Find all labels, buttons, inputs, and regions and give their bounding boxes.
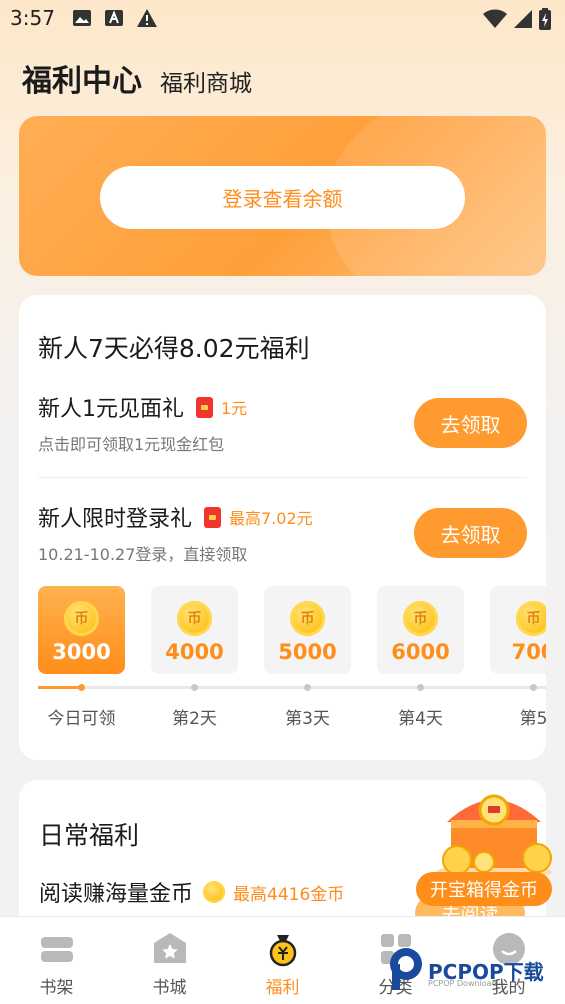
progress-dot [530, 684, 537, 691]
task-name-label: 新人1元见面礼 [38, 397, 184, 422]
welfare-bag-icon [269, 935, 297, 967]
task-desc: 点击即可领取1元现金红包 [38, 435, 225, 454]
image-icon [73, 10, 91, 26]
day-label: 今日可领 [47, 709, 116, 729]
progress-dot [417, 684, 424, 691]
coin-amount: 6000 [391, 640, 450, 664]
red-packet-icon [204, 506, 222, 528]
coin-amount: 5000 [278, 640, 337, 664]
watermark: PCPOP下载 PCPOP Download [388, 946, 558, 996]
task-name-login-gift: 新人限时登录礼 最高7.02元 [38, 501, 313, 533]
coin-amount: 4000 [165, 640, 224, 664]
coin-icon: 币 [403, 601, 438, 636]
nav-label: 福利 [265, 978, 300, 998]
day-item-5[interactable]: 币 700 [490, 586, 546, 674]
wifi-icon [483, 9, 507, 28]
status-right-icons [483, 8, 551, 30]
progress-dot [78, 684, 85, 691]
task-reward: 1元 [221, 399, 248, 418]
watermark-subtitle: PCPOP Download [428, 979, 497, 988]
status-time: 3:57 [10, 6, 55, 30]
task-name-meet-gift: 新人1元见面礼 1元 [38, 391, 247, 423]
read-task: 阅读赚海量金币 最高4416金币 [39, 876, 344, 908]
bookstore-icon [154, 933, 186, 963]
coin-amount: 3000 [52, 640, 111, 664]
pcpop-logo-icon [390, 948, 422, 990]
progress-fill [38, 686, 82, 689]
newbie-welfare-title: 新人7天必得8.02元福利 [38, 334, 310, 363]
claim-button-login-gift[interactable]: 去领取 [414, 508, 527, 558]
coin-amount: 700 [511, 640, 546, 664]
nav-item-welfare[interactable]: 福利 [226, 917, 339, 1004]
task-desc: 10.21-10.27登录，直接领取 [38, 545, 248, 564]
day-label: 第5 [519, 709, 546, 729]
treasure-chest-icon[interactable] [429, 780, 559, 880]
login-card: 登录查看余额 [19, 116, 546, 276]
daily-welfare-card: 日常福利 阅读赚海量金币 最高4416金币 去阅读 开宝箱得金币 [19, 780, 552, 930]
day-item-1[interactable]: 币 3000 [38, 586, 125, 674]
newbie-welfare-card: 新人7天必得8.02元福利 新人1元见面礼 1元 点击即可领取1元现金红包 去领… [19, 295, 546, 760]
login-view-balance-button[interactable]: 登录查看余额 [100, 166, 465, 229]
nav-label: 书架 [39, 978, 74, 998]
coin-icon: 币 [290, 601, 325, 636]
task-reward: 最高7.02元 [229, 509, 313, 528]
nav-item-bookstore[interactable]: 书城 [113, 917, 226, 1004]
coin-icon: 币 [516, 601, 546, 636]
red-packet-icon [196, 396, 213, 418]
daily-welfare-title: 日常福利 [39, 821, 140, 850]
progress-track [38, 686, 546, 689]
day-label: 第4天 [398, 709, 443, 729]
progress-dot [304, 684, 311, 691]
header: 福利中心 福利商城 [22, 56, 252, 100]
open-chest-badge[interactable]: 开宝箱得金币 [416, 872, 552, 906]
nav-item-bookshelf[interactable]: 书架 [0, 917, 113, 1004]
divider [38, 477, 527, 478]
tab-welfare-mall[interactable]: 福利商城 [160, 64, 252, 98]
battery-charging-icon [539, 8, 551, 30]
read-reward: 最高4416金币 [233, 884, 345, 905]
task-name-label: 新人限时登录礼 [38, 507, 193, 532]
nav-label: 书城 [152, 978, 187, 998]
page-title[interactable]: 福利中心 [22, 56, 142, 100]
claim-button-meet-gift[interactable]: 去领取 [414, 398, 527, 448]
day-item-2[interactable]: 币 4000 [151, 586, 238, 674]
status-bar: 3:57 [0, 0, 565, 38]
day-label: 第2天 [172, 709, 217, 729]
status-left-icons [72, 8, 158, 28]
day-label: 第3天 [285, 709, 330, 729]
signal-icon [514, 10, 532, 28]
day-item-3[interactable]: 币 5000 [264, 586, 351, 674]
day-item-4[interactable]: 币 6000 [377, 586, 464, 674]
coin-icon [203, 881, 226, 903]
progress-dot [191, 684, 198, 691]
coin-icon: 币 [177, 601, 212, 636]
read-task-label: 阅读赚海量金币 [39, 882, 194, 907]
warning-icon [137, 9, 157, 27]
bookshelf-icon [41, 937, 73, 962]
sign-in-day-track: 币 3000 币 4000 币 5000 币 6000 币 700 今日可领 第… [38, 586, 546, 729]
text-a-icon [105, 10, 123, 26]
coin-icon: 币 [64, 601, 99, 636]
